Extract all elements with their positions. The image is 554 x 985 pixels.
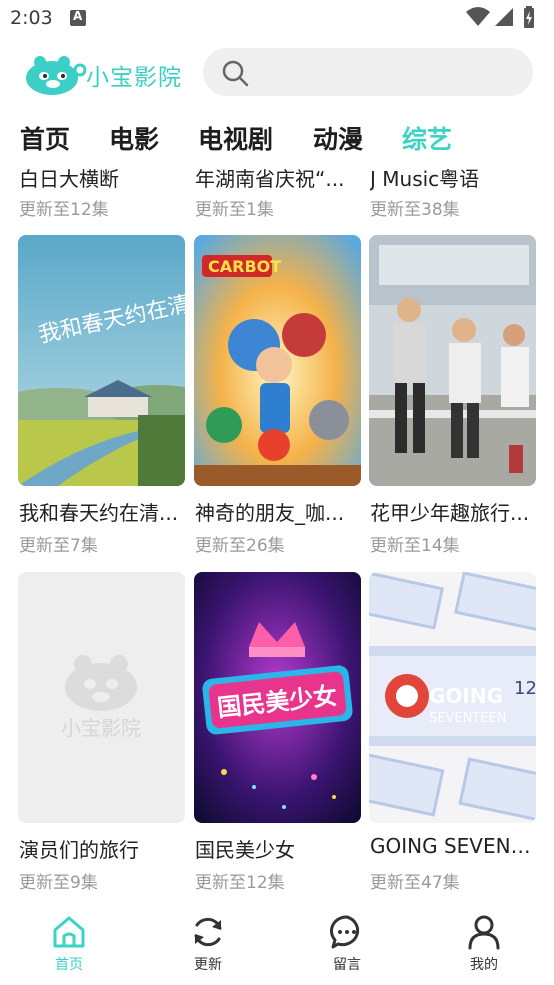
search-input[interactable] (203, 48, 533, 96)
nav-updates[interactable]: 更新 (168, 914, 248, 984)
tab-anime[interactable]: 动漫 (313, 120, 363, 156)
card-title: GOING SEVENT... (370, 834, 538, 858)
card-subtitle: 更新至47集 (370, 873, 460, 893)
card-subtitle: 更新至12集 (195, 873, 285, 893)
poster-image[interactable]: 国民美少女 (194, 572, 361, 823)
list-item[interactable]: 年湖南省庆祝“... 更新至1集 (194, 158, 361, 220)
list-item[interactable]: 白日大横断 更新至12集 (18, 158, 185, 220)
list-item[interactable]: GOING SEVENTEEN 12 GOING SEVENT... 更新至47… (369, 572, 538, 893)
battery-icon (524, 6, 534, 28)
category-tabs: 首页 电影 电视剧 动漫 综艺 (0, 110, 554, 162)
user-icon (468, 915, 500, 950)
card-title: 我和春天约在清... (19, 501, 179, 525)
poster-image[interactable]: GOING SEVENTEEN 12 (369, 572, 536, 823)
poster-episode-text: 12 (514, 678, 536, 699)
bottom-nav: 首页 更新 留言 我的 (0, 900, 554, 985)
card-subtitle: 更新至14集 (370, 536, 460, 556)
notification-icon (70, 9, 86, 26)
nav-updates-label: 更新 (194, 957, 222, 973)
app-logo[interactable]: 小宝影院 (22, 48, 192, 98)
list-item[interactable]: 国民美少女 国民美少女 更新至12集 (194, 572, 361, 893)
app-name: 小宝影院 (86, 65, 182, 91)
poster-logo-text: CARBOT (208, 257, 281, 276)
list-item[interactable]: 花甲少年趣旅行... 更新至14集 (369, 235, 536, 556)
status-time: 2:03 (10, 7, 53, 29)
poster-going-seventeen: GOING SEVENTEEN 12 (369, 572, 536, 823)
signal-icon (495, 8, 513, 26)
poster-national-girl: 国民美少女 (194, 572, 361, 823)
home-icon (53, 916, 85, 948)
card-subtitle: 更新至26集 (195, 536, 285, 556)
status-icons (464, 6, 544, 30)
list-item[interactable]: 小宝影院 演员们的旅行 更新至9集 (18, 572, 185, 893)
placeholder-logo-icon: 小宝影院 (61, 655, 141, 740)
refresh-icon (194, 917, 222, 947)
poster-spring-village: 我和春天约在清溪 (18, 235, 185, 486)
card-title: 神奇的朋友_咖... (195, 501, 345, 525)
list-item[interactable]: CARBOT 神奇的朋友_咖... 更新至26集 (194, 235, 361, 556)
wifi-icon (466, 7, 490, 26)
nav-profile[interactable]: 我的 (444, 914, 524, 984)
poster-carbot: CARBOT (194, 235, 361, 486)
tab-movies[interactable]: 电影 (109, 120, 159, 156)
nav-profile-label: 我的 (470, 957, 498, 973)
tab-variety[interactable]: 综艺 (402, 120, 452, 156)
card-title: 国民美少女 (195, 838, 295, 862)
poster-placeholder[interactable]: 小宝影院 (18, 572, 185, 823)
card-subtitle: 更新至12集 (19, 200, 109, 220)
list-item[interactable]: 我和春天约在清溪 我和春天约在清... 更新至7集 (18, 235, 185, 556)
content-grid: 白日大横断 更新至12集 年湖南省庆祝“... 更新至1集 J Music粤语 … (0, 158, 554, 900)
card-title: 演员们的旅行 (19, 838, 139, 862)
message-icon (330, 915, 360, 949)
status-bar: 2:03 (0, 0, 554, 38)
tab-home[interactable]: 首页 (20, 120, 70, 156)
poster-subtitle-text: SEVENTEEN (429, 711, 506, 726)
poster-travel-group (369, 235, 536, 486)
card-subtitle: 更新至1集 (195, 200, 274, 220)
nav-home[interactable]: 首页 (29, 914, 109, 984)
card-subtitle: 更新至7集 (19, 536, 98, 556)
poster-image[interactable]: 我和春天约在清溪 (18, 235, 185, 486)
poster-image[interactable]: CARBOT (194, 235, 361, 486)
list-item[interactable]: J Music粤语 更新至38集 (369, 158, 536, 220)
search-icon (222, 60, 249, 87)
poster-title-text: GOING (429, 684, 503, 708)
poster-image[interactable] (369, 235, 536, 486)
tab-tv-series[interactable]: 电视剧 (198, 120, 273, 156)
nav-messages[interactable]: 留言 (307, 914, 387, 984)
pig-logo-icon (26, 56, 86, 95)
card-title: J Music粤语 (370, 167, 480, 191)
nav-home-label: 首页 (55, 957, 83, 973)
card-title: 白日大横断 (19, 167, 119, 191)
card-subtitle: 更新至38集 (370, 200, 460, 220)
card-title: 年湖南省庆祝“... (195, 167, 345, 191)
placeholder-text: 小宝影院 (61, 716, 141, 740)
card-subtitle: 更新至9集 (19, 873, 98, 893)
app-header: 小宝影院 (0, 38, 554, 110)
nav-messages-label: 留言 (333, 957, 361, 973)
card-title: 花甲少年趣旅行... (370, 501, 530, 525)
